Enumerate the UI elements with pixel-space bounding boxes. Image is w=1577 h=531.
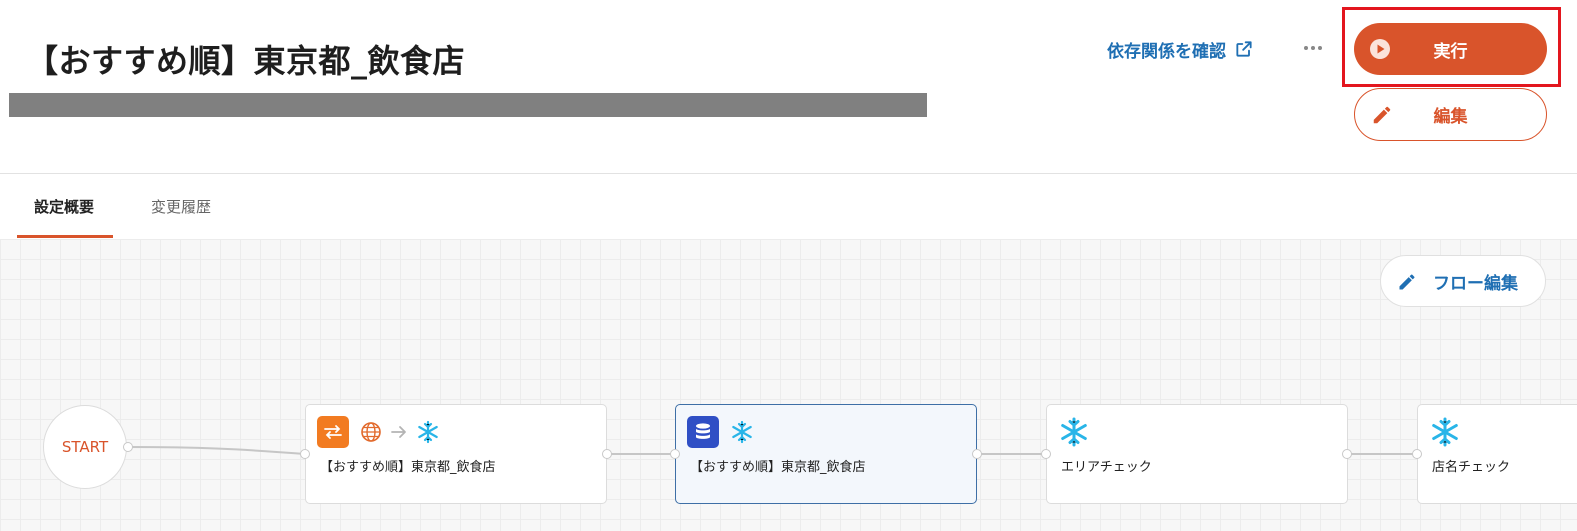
- page-title: 【おすすめ順】東京都_飲食店: [26, 42, 466, 80]
- node-label: 店名チェック: [1432, 460, 1511, 475]
- node4-input-port[interactable]: [1412, 449, 1422, 459]
- node-label: エリアチェック: [1061, 460, 1152, 475]
- snowflake-icon: [1432, 417, 1458, 447]
- header-divider: [0, 173, 1577, 174]
- run-button[interactable]: 実行: [1354, 23, 1547, 75]
- pencil-icon: [1399, 274, 1415, 290]
- database-icon: [687, 416, 719, 448]
- flow-node-area-check[interactable]: エリアチェック: [1046, 404, 1348, 504]
- dependency-link-label: 依存関係を確認: [1107, 41, 1226, 62]
- globe-icon: [361, 422, 381, 442]
- tab-overview[interactable]: 設定概要: [34, 196, 94, 217]
- flow-node-datamart[interactable]: 【おすすめ順】東京都_飲食店: [675, 404, 977, 504]
- redacted-description: [9, 93, 927, 117]
- node3-input-port[interactable]: [1041, 449, 1051, 459]
- more-dot-icon: [1304, 46, 1308, 50]
- edit-button-label: 編集: [1433, 107, 1468, 127]
- snowflake-icon: [732, 420, 752, 444]
- start-label: START: [61, 438, 109, 456]
- pencil-icon: [1373, 106, 1391, 124]
- arrow-right-icon: [391, 426, 406, 438]
- edge-start-node1: [127, 446, 306, 455]
- play-icon: [1370, 39, 1390, 59]
- active-tab-indicator: [17, 235, 113, 238]
- external-link-icon: [1236, 41, 1252, 57]
- tab-history[interactable]: 変更履歴: [151, 196, 211, 217]
- node-label: 【おすすめ順】東京都_飲食店: [690, 460, 866, 475]
- run-button-label: 実行: [1433, 41, 1468, 62]
- start-output-port[interactable]: [123, 442, 133, 452]
- transfer-icon: [317, 416, 349, 448]
- flow-node-transfer[interactable]: 【おすすめ順】東京都_飲食店: [305, 404, 607, 504]
- node2-input-port[interactable]: [670, 449, 680, 459]
- node-label: 【おすすめ順】東京都_飲食店: [320, 460, 496, 475]
- more-options-button[interactable]: [1297, 36, 1329, 60]
- edit-button[interactable]: 編集: [1354, 88, 1547, 141]
- flow-node-store-name-check[interactable]: 店名チェック: [1417, 404, 1577, 504]
- flow-edit-button[interactable]: フロー編集: [1380, 255, 1546, 307]
- snowflake-icon: [418, 420, 438, 444]
- node3-output-port[interactable]: [1342, 449, 1352, 459]
- node1-input-port[interactable]: [300, 449, 310, 459]
- flow-edit-label: フロー編集: [1433, 273, 1518, 294]
- snowflake-icon: [1061, 417, 1087, 447]
- flow-canvas[interactable]: フロー編集 START 【おすすめ順】東京都_飲食店 【おすすめ順】東京都_飲食…: [0, 239, 1577, 531]
- start-node[interactable]: START: [43, 405, 127, 489]
- node1-output-port[interactable]: [602, 449, 612, 459]
- node2-output-port[interactable]: [972, 449, 982, 459]
- dependency-link[interactable]: 依存関係を確認: [1107, 37, 1254, 62]
